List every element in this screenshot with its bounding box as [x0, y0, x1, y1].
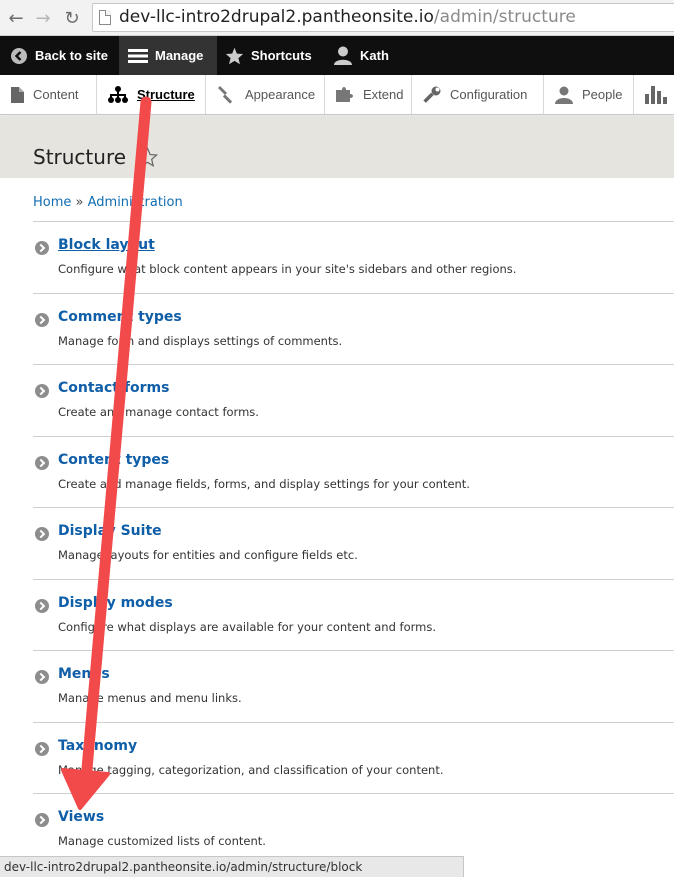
person-icon [333, 46, 353, 65]
display-suite-link[interactable]: Display Suite [58, 523, 162, 539]
item-description: Manage tagging, categorization, and clas… [58, 762, 444, 777]
tray-item-reports[interactable] [634, 75, 674, 114]
tray-label-configuration: Configuration [450, 87, 528, 102]
comment-types-link[interactable]: Comment types [58, 309, 182, 325]
breadcrumb-administration-link[interactable]: Administration [88, 195, 183, 210]
tray-label-content: Content [33, 87, 79, 102]
list-item: Display Suite Manage layouts for entitie… [33, 507, 674, 579]
breadcrumb-separator: » [71, 195, 88, 210]
bar-chart-icon [645, 85, 667, 104]
page-header: Structure [0, 116, 674, 178]
document-icon [11, 86, 24, 103]
item-description: Configure what displays are available fo… [58, 619, 437, 634]
puzzle-icon [336, 86, 354, 104]
tray-item-content[interactable]: Content [0, 75, 97, 114]
tray-item-appearance[interactable]: Appearance [206, 75, 325, 114]
block-layout-link[interactable]: Block layout [58, 237, 155, 253]
structure-admin-list: Block layout Configure what block conten… [33, 221, 674, 865]
list-item: Menus Manage menus and menu links. [33, 650, 674, 722]
forward-arrow-icon[interactable]: → [31, 6, 55, 30]
contact-forms-link[interactable]: Contact forms [58, 380, 169, 396]
tray-label-structure: Structure [137, 87, 195, 102]
manage-button[interactable]: Manage [119, 36, 217, 75]
chevron-circle-icon [35, 455, 49, 470]
page-title: Structure [33, 145, 127, 169]
manage-label: Manage [155, 48, 204, 63]
hierarchy-icon [108, 86, 128, 103]
star-icon [225, 47, 244, 65]
breadcrumb-home-link[interactable]: Home [33, 195, 71, 210]
content-types-link[interactable]: Content types [58, 452, 169, 468]
tray-item-people[interactable]: People [544, 75, 634, 114]
url-host: dev-llc-intro2drupal2.pantheonsite.io [119, 7, 434, 27]
shortcuts-button[interactable]: Shortcuts [225, 36, 312, 75]
tray-label-appearance: Appearance [245, 87, 316, 102]
chevron-circle-icon [35, 312, 49, 327]
address-bar[interactable]: dev-llc-intro2drupal2.pantheonsite.io/ad… [92, 3, 674, 32]
paint-roller-icon [217, 85, 236, 104]
favorite-star-icon[interactable] [136, 146, 159, 171]
chevron-circle-icon [35, 598, 49, 613]
chevron-circle-icon [35, 241, 49, 255]
back-circle-icon [10, 47, 28, 65]
people-icon [555, 86, 573, 104]
chevron-circle-icon [35, 527, 49, 541]
chevron-circle-icon [35, 741, 49, 756]
chevron-circle-icon [35, 670, 49, 684]
list-item: Block layout Configure what block conten… [33, 221, 674, 293]
item-description: Manage form and displays settings of com… [58, 333, 343, 348]
chevron-circle-icon [35, 813, 49, 827]
tray-item-structure[interactable]: Structure [97, 75, 206, 114]
shortcuts-label: Shortcuts [251, 48, 312, 63]
tray-label-extend: Extend [363, 87, 404, 102]
url-path: /admin/structure [433, 7, 576, 27]
back-to-site-label: Back to site [35, 48, 108, 63]
back-to-site-button[interactable]: Back to site [10, 36, 108, 75]
list-item: Contact forms Create and manage contact … [33, 364, 674, 436]
item-description: Create and manage fields, forms, and dis… [58, 476, 470, 491]
tray-item-configuration[interactable]: Configuration [412, 75, 544, 114]
item-description: Manage menus and menu links. [58, 691, 242, 705]
tray-label-people: People [582, 87, 623, 102]
list-item: Taxonomy Manage tagging, categorization,… [33, 721, 674, 794]
item-description: Manage customized lists of content. [58, 834, 266, 848]
reload-icon[interactable]: ↻ [60, 6, 84, 30]
menus-link[interactable]: Menus [58, 666, 110, 682]
browser-url-bar: ← → ↻ dev-llc-intro2drupal2.pantheonsite… [0, 0, 674, 36]
admin-tray: Content Structure Appearance Extend Conf… [0, 75, 674, 115]
address-url: dev-llc-intro2drupal2.pantheonsite.io/ad… [119, 4, 576, 31]
breadcrumb: Home » Administration [33, 195, 183, 210]
admin-toolbar: Back to site Manage Shortcuts Kath [0, 36, 674, 75]
user-name-label: Kath [360, 48, 389, 63]
menu-hamburger-icon [128, 48, 148, 64]
item-description: Manage layouts for entities and configur… [58, 548, 358, 562]
list-item: Content types Create and manage fields, … [33, 435, 674, 508]
chevron-circle-icon [35, 384, 49, 398]
item-description: Configure what block content appears in … [58, 262, 517, 276]
list-item: Views Manage customized lists of content… [33, 793, 674, 865]
back-arrow-icon[interactable]: ← [4, 6, 28, 30]
tray-item-extend[interactable]: Extend [325, 75, 412, 114]
user-account-button[interactable]: Kath [333, 36, 389, 75]
taxonomy-link[interactable]: Taxonomy [58, 738, 137, 754]
display-modes-link[interactable]: Display modes [58, 595, 173, 611]
views-link[interactable]: Views [58, 809, 104, 825]
wrench-icon [423, 86, 441, 104]
list-item: Comment types Manage form and displays s… [33, 292, 674, 365]
browser-status-bar: dev-llc-intro2drupal2.pantheonsite.io/ad… [0, 856, 464, 877]
item-description: Create and manage contact forms. [58, 405, 259, 419]
page-icon [99, 10, 111, 25]
list-item: Display modes Configure what displays ar… [33, 578, 674, 651]
